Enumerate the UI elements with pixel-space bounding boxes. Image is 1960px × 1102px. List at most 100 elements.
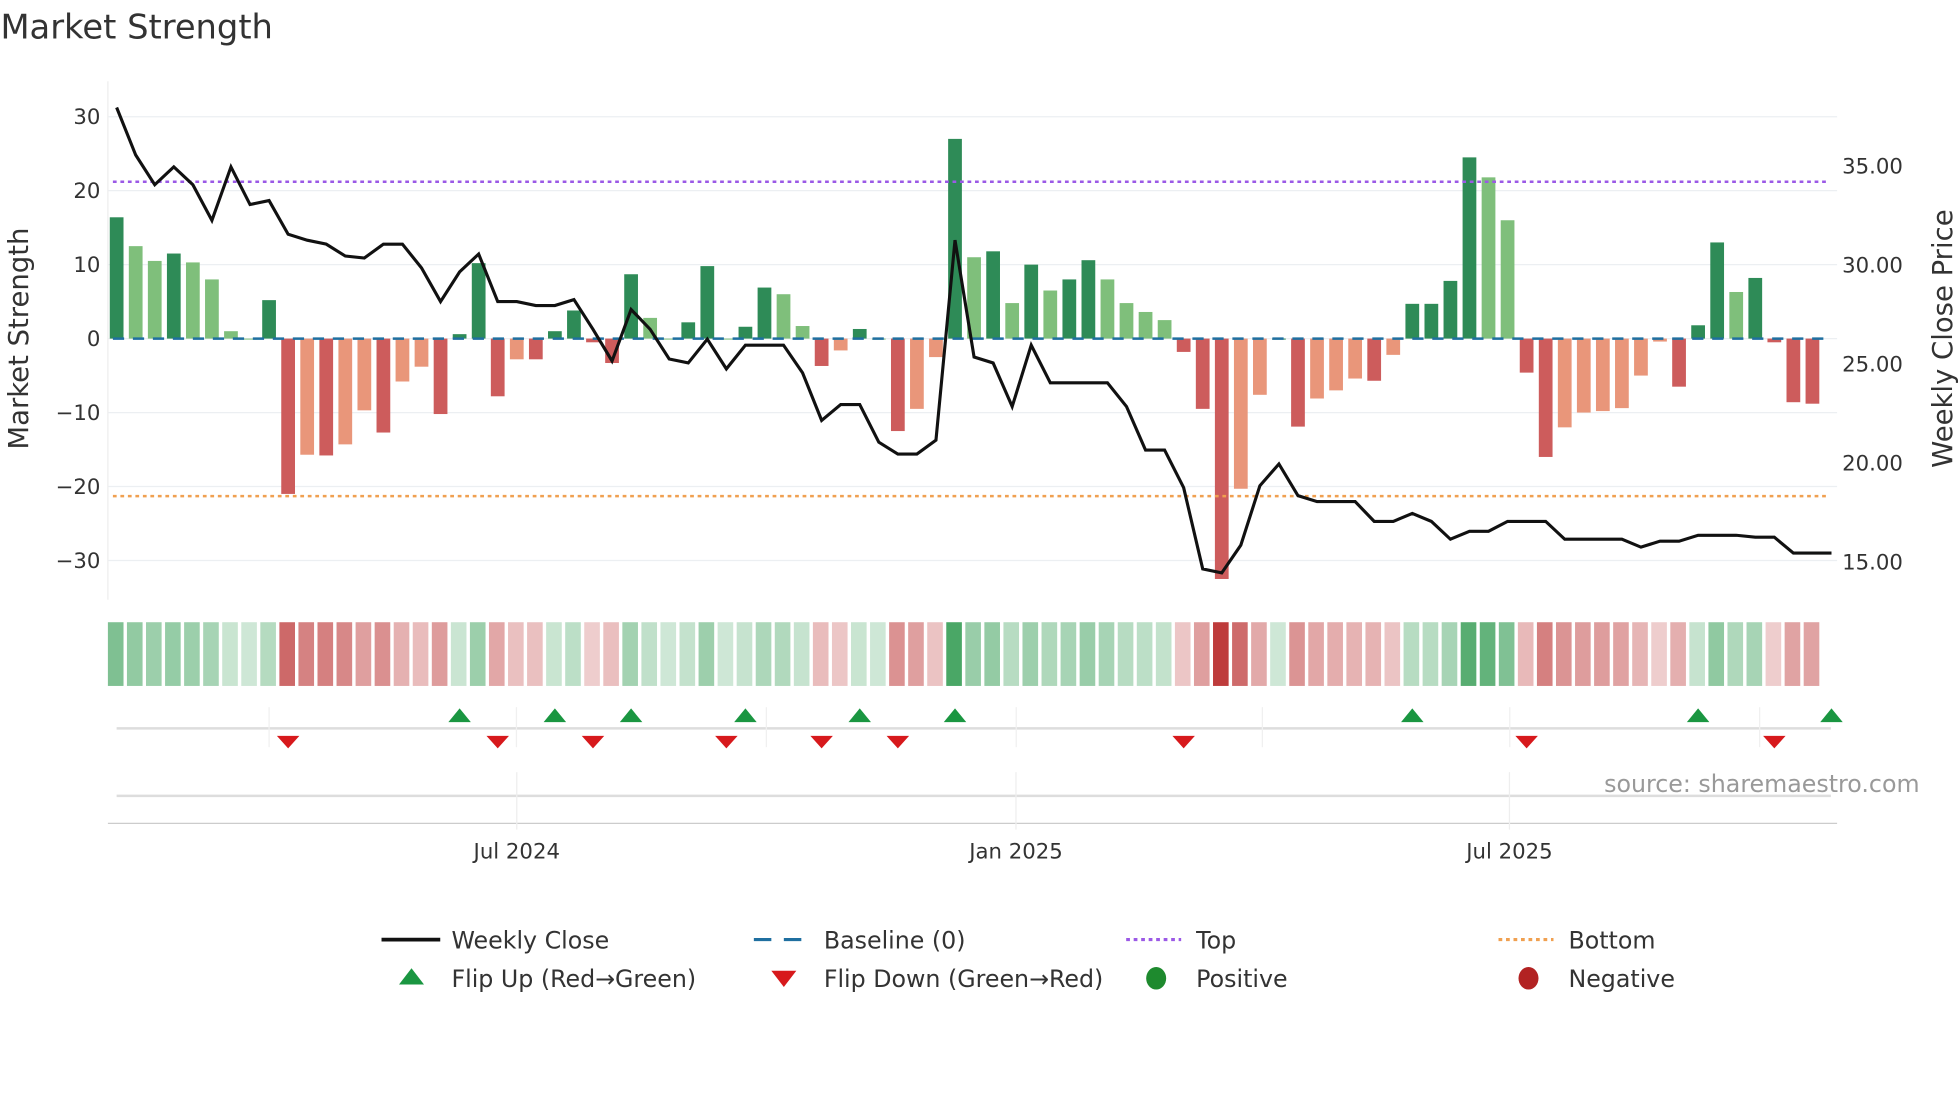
strength-bar (1691, 325, 1705, 339)
strength-bar (1119, 303, 1134, 339)
strip-cell (374, 622, 391, 686)
strength-bar (1081, 260, 1096, 339)
legend: Weekly Close Baseline (0) Top Bottom Flip Up… (381, 926, 1675, 993)
strength-bar (185, 262, 200, 339)
strength-bar (357, 338, 372, 411)
strip-cell (1232, 622, 1248, 686)
flip-up-marker (848, 708, 871, 723)
strip-cell (317, 622, 334, 686)
flip-down-marker (581, 735, 605, 749)
strip-cell (965, 622, 981, 686)
strip-cell (1708, 622, 1725, 686)
strength-bar (1233, 338, 1248, 489)
strip-cell (1575, 622, 1591, 686)
strength-bar (147, 260, 162, 339)
y2-tick-label: 20.00 (1842, 452, 1903, 477)
strip-cell (984, 622, 1000, 686)
strength-bar (1138, 311, 1153, 339)
strength-bar (833, 338, 848, 351)
strength-bar (109, 217, 124, 339)
flip-down-marker (1763, 735, 1786, 749)
strength-bar (776, 294, 791, 339)
strip-cell (1346, 622, 1363, 686)
strip-cell (1155, 622, 1172, 686)
strip-cell (1289, 622, 1305, 686)
strip-cell (508, 622, 524, 686)
source-label: source: sharemaestro.com (1604, 770, 1919, 798)
strip-cell (1498, 622, 1515, 686)
strength-bar (910, 338, 924, 409)
strength-bar (1405, 303, 1420, 339)
strength-bar (1348, 338, 1363, 379)
strip-cell (1460, 622, 1477, 686)
strip-cell (1765, 622, 1782, 686)
x-axis: Jul 2024 Jan 2025 Jul 2025 (107, 772, 1838, 864)
strip-cell (1670, 622, 1686, 686)
flip-up-marker (448, 708, 471, 723)
y-tick-label: 20 (73, 179, 100, 204)
strength-bar (433, 338, 448, 415)
strength-bar (1329, 338, 1343, 391)
strength-bar (166, 253, 181, 339)
strength-bar (128, 246, 143, 339)
strip-cell (1022, 622, 1039, 686)
strip-cell (146, 622, 162, 686)
strength-bar (795, 326, 810, 339)
legend-label: Flip Up (Red→Green) (451, 965, 696, 993)
strip-cell (1479, 622, 1496, 686)
y-tick-label: 10 (73, 253, 100, 278)
price-line (115, 106, 1832, 575)
strength-bar (681, 322, 696, 339)
strip-cell (946, 622, 962, 686)
legend-label: Negative (1568, 965, 1674, 993)
strip-cell (889, 622, 905, 686)
strip-cell (1536, 622, 1553, 686)
strength-bar (1062, 279, 1077, 339)
strip-cell (165, 622, 181, 686)
strength-bar (1005, 303, 1020, 339)
strength-bar (1157, 320, 1172, 339)
y-tick-label: −10 (56, 401, 101, 426)
y2-tick-label: 35.00 (1842, 155, 1903, 180)
strip-cell (469, 622, 486, 686)
strip-cell (1174, 622, 1191, 686)
strip-cell (660, 622, 677, 686)
strip-cell (603, 622, 619, 686)
strip-cell (622, 622, 638, 686)
strip-cell (1041, 622, 1058, 686)
strength-bar (1672, 338, 1686, 387)
strength-bar (1557, 338, 1572, 428)
strip-cell (1784, 622, 1801, 686)
strip-cell (793, 622, 810, 686)
strength-bar (1519, 338, 1534, 373)
strip-cell (584, 622, 600, 686)
strip-cell (1327, 622, 1343, 686)
strip-cell (1079, 622, 1096, 686)
x-tick-label: Jan 2025 (967, 839, 1063, 864)
strength-bar (1710, 242, 1725, 339)
strength-bar (1100, 279, 1115, 339)
strip-cell (1422, 622, 1439, 686)
strip-cell (260, 622, 276, 686)
legend-label: Bottom (1568, 926, 1655, 954)
strip-cell (184, 622, 200, 686)
strip-cell (412, 622, 429, 686)
strip-cell (755, 622, 772, 686)
strip-cell (1384, 622, 1401, 686)
legend-label: Positive (1196, 965, 1287, 993)
flip-up-marker (943, 708, 967, 723)
strength-heat-strip (107, 622, 1820, 686)
y2-tick-label: 25.00 (1842, 353, 1903, 378)
flip-up-marker (619, 708, 643, 723)
strip-cell (1098, 622, 1115, 686)
market-strength-chart: Market Strength 30 20 10 0 −10 −20 −30 35.00 30.… (0, 8, 1959, 993)
strength-bar (1462, 157, 1477, 339)
strength-bar (929, 338, 943, 358)
y-tick-label: 30 (73, 105, 100, 130)
flip-down-marker (1515, 735, 1538, 749)
weekly-close-line (115, 106, 1832, 575)
y-tick-label: 0 (87, 327, 101, 352)
strip-cell (1651, 622, 1667, 686)
strip-cell (908, 622, 924, 686)
flip-up-marker (543, 708, 567, 723)
